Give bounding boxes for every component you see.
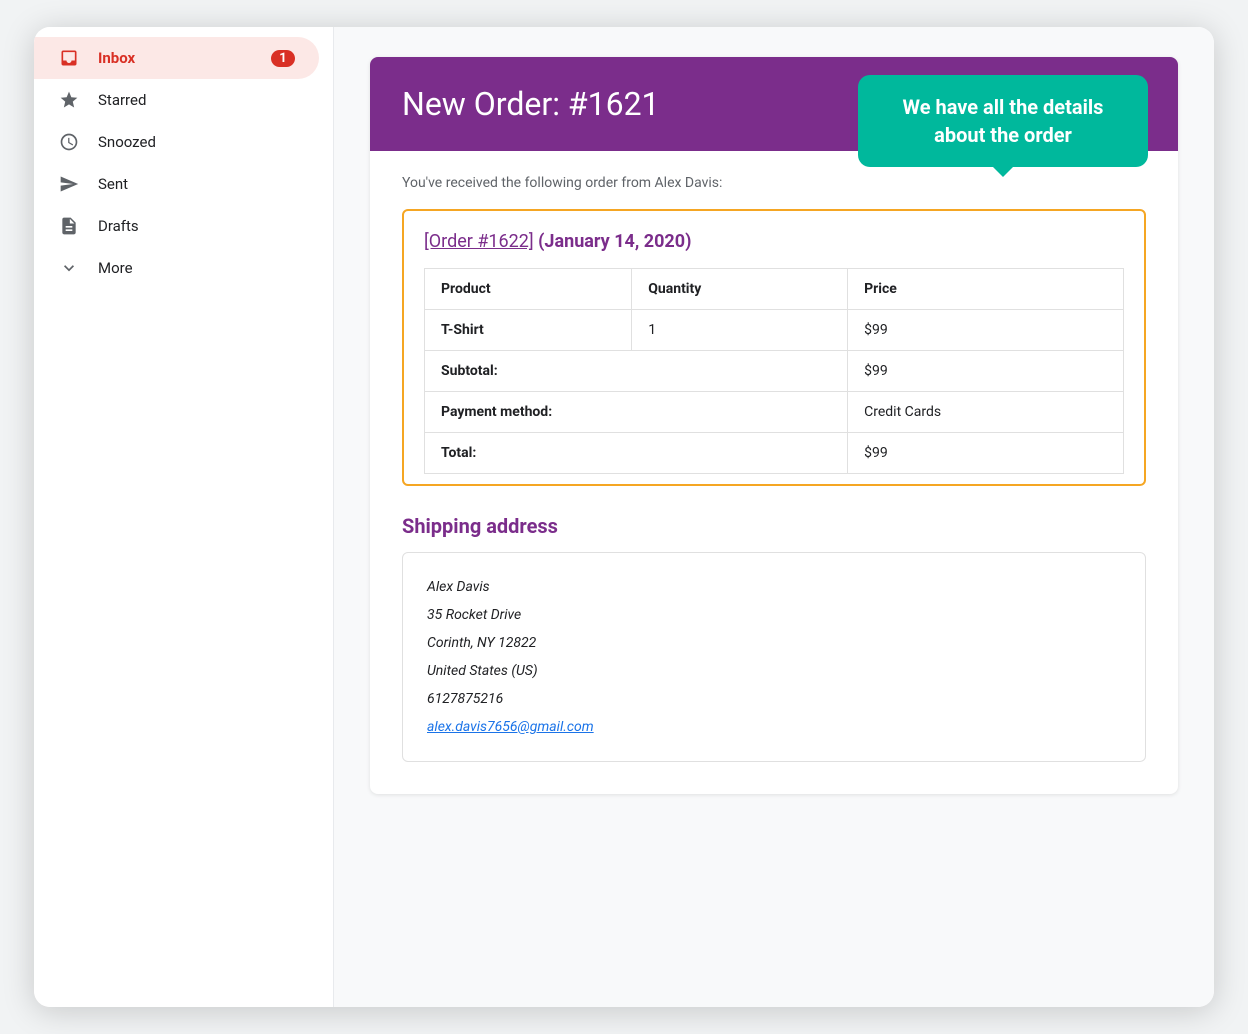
cell-quantity: 1 [632,310,848,351]
star-icon [58,89,80,111]
shipping-street: 35 Rocket Drive [427,601,1121,629]
shipping-address: Alex Davis 35 Rocket Drive Corinth, NY 1… [402,552,1146,762]
shipping-country: United States (US) [427,657,1121,685]
total-label: Total: [425,433,848,474]
sidebar-item-label-drafts: Drafts [98,217,295,235]
total-row: Total: $99 [425,433,1124,474]
order-table: Product Quantity Price T-Shirt 1 $99 [424,268,1124,474]
shipping-title: Shipping address [402,514,1146,538]
total-value: $99 [848,433,1124,474]
email-header: New Order: #1621 We have all the details… [370,57,1178,151]
app-window: Inbox 1 Starred Snoozed Sent [34,27,1214,1007]
cell-product: T-Shirt [425,310,632,351]
col-quantity: Quantity [632,269,848,310]
subtotal-value: $99 [848,351,1124,392]
email-body: You've received the following order from… [370,151,1178,794]
sidebar-item-starred[interactable]: Starred [34,79,319,121]
main-content: New Order: #1621 We have all the details… [334,27,1214,1007]
sidebar-item-label-inbox: Inbox [98,49,253,67]
cell-price: $99 [848,310,1124,351]
inbox-badge: 1 [271,50,295,67]
sidebar-item-sent[interactable]: Sent [34,163,319,205]
sidebar: Inbox 1 Starred Snoozed Sent [34,27,334,1007]
tooltip-text: We have all the details about the order [903,95,1104,147]
shipping-name: Alex Davis [427,573,1121,601]
sidebar-item-label-snoozed: Snoozed [98,133,295,151]
order-intro: You've received the following order from… [402,175,1146,191]
col-price: Price [848,269,1124,310]
chevron-down-icon [58,257,80,279]
sidebar-item-more[interactable]: More [34,247,319,289]
sidebar-item-label-starred: Starred [98,91,295,109]
subtotal-row: Subtotal: $99 [425,351,1124,392]
sidebar-item-label-sent: Sent [98,175,295,193]
payment-row: Payment method: Credit Cards [425,392,1124,433]
sidebar-item-inbox[interactable]: Inbox 1 [34,37,319,79]
subtotal-label: Subtotal: [425,351,848,392]
order-link[interactable]: [Order #1622] [424,231,534,252]
payment-value: Credit Cards [848,392,1124,433]
order-box: [Order #1622] (January 14, 2020) Product… [402,209,1146,486]
inbox-icon [58,47,80,69]
tooltip-bubble: We have all the details about the order [858,75,1148,167]
clock-icon [58,131,80,153]
payment-label: Payment method: [425,392,848,433]
sidebar-item-snoozed[interactable]: Snoozed [34,121,319,163]
table-header-row: Product Quantity Price [425,269,1124,310]
sidebar-item-drafts[interactable]: Drafts [34,205,319,247]
send-icon [58,173,80,195]
col-product: Product [425,269,632,310]
table-row: T-Shirt 1 $99 [425,310,1124,351]
shipping-email[interactable]: alex.davis7656@gmail.com [427,719,594,735]
shipping-city: Corinth, NY 12822 [427,629,1121,657]
sidebar-item-label-more: More [98,259,295,277]
order-title: [Order #1622] (January 14, 2020) [424,231,1124,252]
draft-icon [58,215,80,237]
shipping-phone: 6127875216 [427,685,1121,713]
order-date: (January 14, 2020) [538,231,691,252]
email-card: New Order: #1621 We have all the details… [370,57,1178,794]
